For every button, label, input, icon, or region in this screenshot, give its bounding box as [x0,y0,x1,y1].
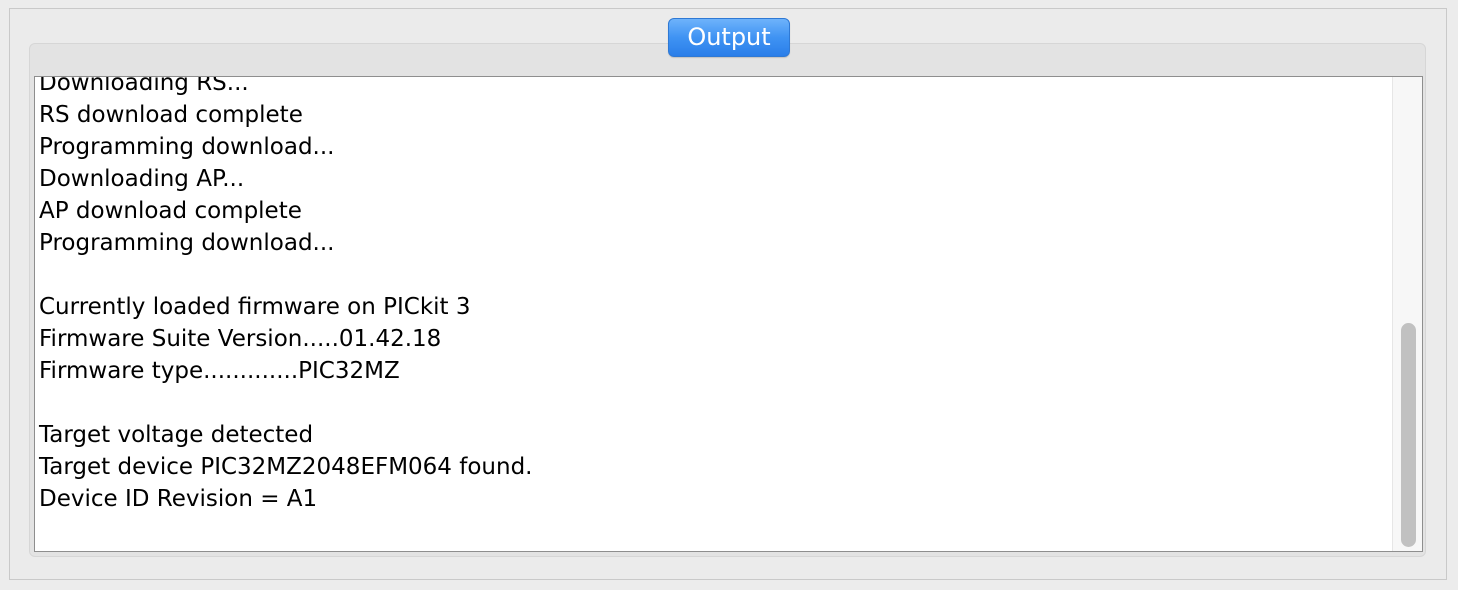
log-line: Programming download... [39,134,335,160]
log-line: Downloading RS... [39,76,249,96]
log-line: Target device PIC32MZ2048EFM064 found. [39,454,533,480]
log-line: Device ID Revision = A1 [39,486,318,512]
log-line [39,387,1388,419]
log-line: RS download complete [39,102,303,128]
log-line: Target voltage detected [39,422,314,448]
vertical-scrollbar[interactable] [1392,77,1422,551]
log-line: Firmware type.............PIC32MZ [39,358,400,384]
log-line: Downloading AP... [39,166,245,192]
scrollbar-thumb[interactable] [1401,323,1416,547]
output-tab-button[interactable]: Output [668,18,790,57]
log-line: AP download complete [39,198,302,224]
log-line [39,259,1388,291]
output-log: Downloading RS... RS download complete P… [39,76,1388,515]
log-line: Currently loaded firmware on PICkit 3 [39,294,471,320]
output-text-area[interactable]: Downloading RS... RS download complete P… [34,76,1423,552]
log-line: Firmware Suite Version.....01.42.18 [39,326,442,352]
log-line: Programming download... [39,230,335,256]
